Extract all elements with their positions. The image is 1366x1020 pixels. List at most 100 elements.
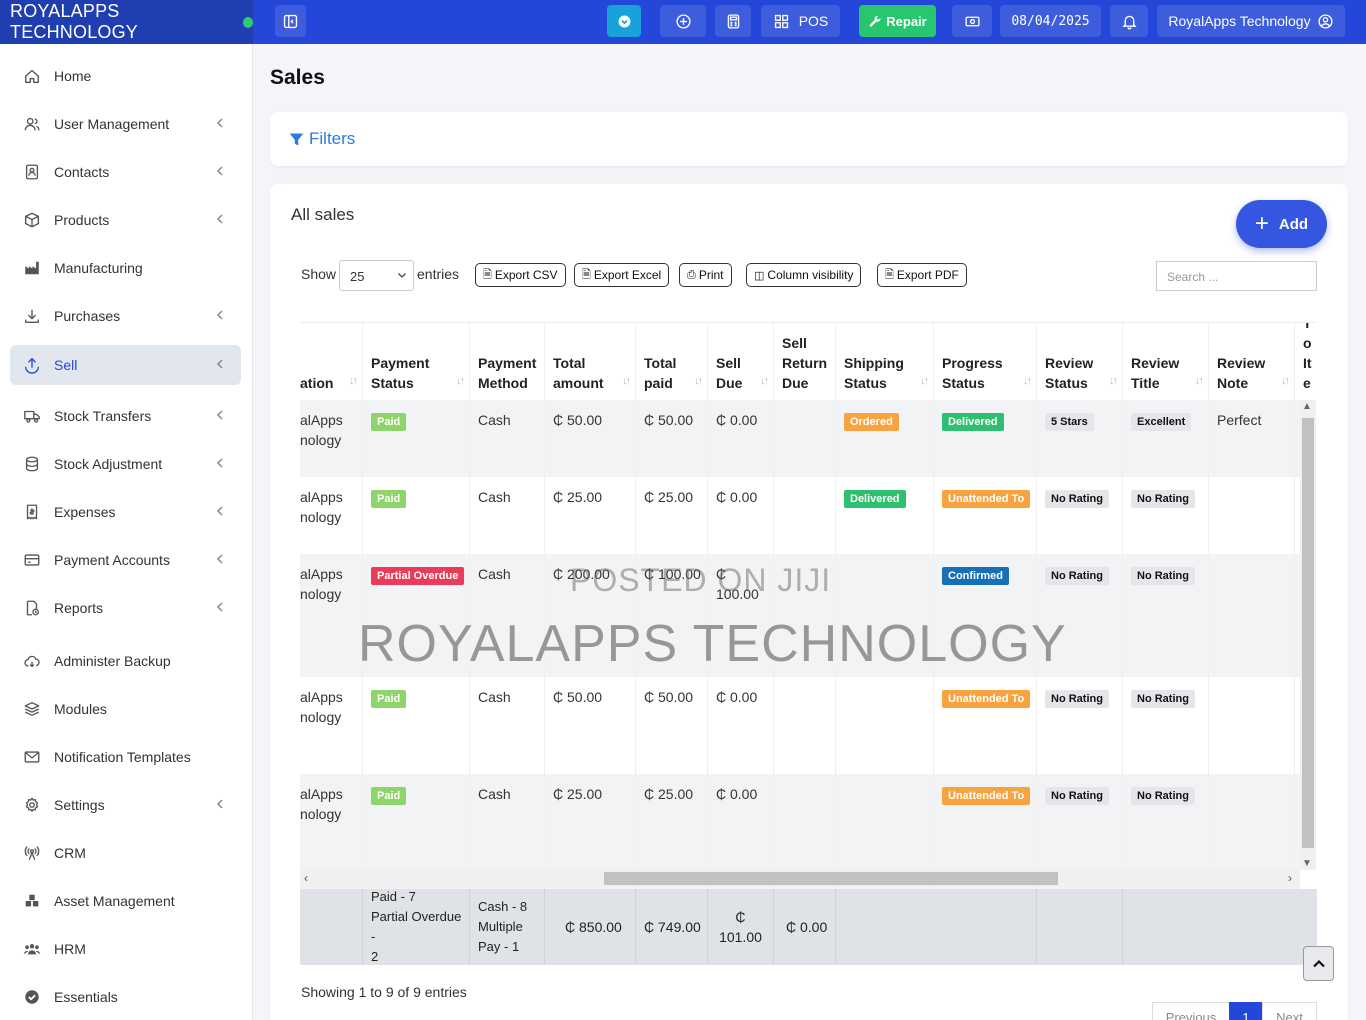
vertical-scroll-thumb[interactable] (1302, 418, 1314, 848)
sidebar-item-home[interactable]: Home (10, 56, 241, 96)
table-row[interactable]: alApps nology Partial Overdue Cash ₵ 200.00 ₵… (300, 554, 1300, 677)
brand-logo[interactable]: ROYALAPPS TECHNOLOGY (0, 0, 253, 44)
back-to-top-button[interactable] (1303, 946, 1334, 981)
previous-page-button[interactable]: Previous (1152, 1002, 1230, 1020)
header-payment-status[interactable]: Payment Status ↓↑ (363, 323, 470, 401)
calculator-button[interactable] (715, 5, 751, 37)
sidebar-item-label: Manufacturing (54, 260, 143, 276)
sidebar-item-essentials[interactable]: Essentials (10, 977, 241, 1017)
horizontal-scroll-thumb[interactable] (604, 872, 1058, 885)
sidebar-item-label: CRM (54, 845, 86, 861)
sidebar-item-crm[interactable]: CRM (10, 833, 241, 873)
pay-badge: Partial Overdue (371, 567, 465, 585)
sidebar-item-products[interactable]: Products (10, 200, 241, 240)
export-excel-button[interactable]: 🗎 Export Excel (574, 263, 670, 287)
sidebar-item-label: Notification Templates (54, 749, 191, 765)
sidebar-item-hrm[interactable]: HRM (10, 929, 241, 969)
header-total-items[interactable]: To Ite (1295, 323, 1317, 401)
user-menu-button[interactable]: RoyalApps Technology (1157, 5, 1345, 37)
export-csv-button[interactable]: 🗎 Export CSV (475, 263, 566, 287)
column-visibility-button[interactable]: ◫ Column visibility (746, 263, 862, 287)
sidebar-item-sell[interactable]: Sell (10, 345, 241, 385)
sidebar-item-reports[interactable]: Reports (10, 588, 241, 628)
sidebar-item-payment-accounts[interactable]: Payment Accounts (10, 540, 241, 580)
footer-due-currency: ₵ (735, 909, 746, 925)
scroll-left-icon[interactable]: ‹ (304, 871, 308, 885)
header-total-amount-label: Total amount (553, 355, 604, 391)
search-input[interactable]: Search ... (1156, 261, 1317, 291)
industry-icon (22, 258, 42, 278)
sidebar-item-modules[interactable]: Modules (10, 689, 241, 729)
truck-icon (22, 406, 42, 426)
sidebar-item-user-management[interactable]: User Management (10, 104, 241, 144)
header-progress-status[interactable]: Progress Status ↓↑ (934, 323, 1037, 401)
wrench-icon (869, 15, 881, 27)
horizontal-scrollbar[interactable]: ‹ › (300, 870, 1300, 887)
sidebar-item-label: HRM (54, 941, 86, 957)
show-label: Show (301, 266, 337, 282)
sidebar-item-administer-backup[interactable]: Administer Backup (10, 641, 241, 681)
vertical-scrollbar[interactable]: ▲ ▼ (1300, 400, 1316, 870)
page-1-button[interactable]: 1 (1229, 1002, 1263, 1020)
scroll-up-icon[interactable]: ▲ (1302, 401, 1312, 412)
cloud-icon (22, 651, 42, 671)
rtitle-badge: No Rating (1131, 567, 1195, 585)
page-length-select[interactable]: 25 (339, 260, 414, 291)
chevron-left-icon (213, 600, 227, 614)
header-review-title[interactable]: Review Title ↓↑ (1123, 323, 1209, 401)
filters-toggle[interactable]: Filters (270, 112, 1348, 166)
cell-loc: alApps nology (300, 677, 363, 774)
chevron-up-icon (1312, 959, 1325, 967)
sidebar-item-notification-templates[interactable]: Notification Templates (10, 737, 241, 777)
sidebar-item-purchases[interactable]: Purchases (10, 296, 241, 336)
table-row[interactable]: alApps nology Paid Cash ₵ 25.00 ₵ 25.00 ₵ 0.00… (300, 477, 1300, 554)
date-label: 08/04/2025 (1011, 13, 1090, 29)
header-location[interactable]: ation ↓↑ (300, 323, 363, 401)
sidebar-item-asset-management[interactable]: Asset Management (10, 881, 241, 921)
download-button[interactable] (607, 5, 641, 37)
footer-empty-2 (1037, 889, 1123, 965)
sidebar-item-settings[interactable]: Settings (10, 785, 241, 825)
cash-register-button[interactable] (952, 5, 992, 37)
repair-button[interactable]: Repair (859, 5, 936, 37)
sidebar-item-stock-transfers[interactable]: Stock Transfers (10, 396, 241, 436)
footer-sell-due: ₵ 101.00 (708, 889, 774, 965)
sidebar-item-stock-adjustment[interactable]: Stock Adjustment (10, 444, 241, 484)
header-review-note[interactable]: Review Note ↓↑ (1209, 323, 1295, 401)
sidebar-item-expenses[interactable]: Expenses (10, 492, 241, 532)
header-payment-method[interactable]: Payment Method (470, 323, 545, 401)
next-page-button[interactable]: Next (1262, 1002, 1317, 1020)
header-sell-due[interactable]: Sell Due ↓↑ (708, 323, 774, 401)
header-sell-return-due[interactable]: Sell Return Due (774, 323, 836, 401)
header-total-amount[interactable]: Total amount ↓↑ (545, 323, 636, 401)
add-quick-button[interactable] (660, 5, 706, 37)
sidebar-toggle-button[interactable] (275, 5, 306, 37)
scroll-down-icon[interactable]: ▼ (1302, 858, 1312, 869)
sidebar-item-manufacturing[interactable]: Manufacturing (10, 248, 241, 288)
notifications-button[interactable] (1110, 5, 1148, 37)
cell-ret (774, 477, 836, 554)
sidebar-item-contacts[interactable]: Contacts (10, 152, 241, 192)
receipt-icon (22, 502, 42, 522)
export-pdf-button[interactable]: 🗎 Export PDF (877, 263, 967, 287)
cell-loc: alApps nology (300, 554, 363, 677)
method-value: Cash (478, 786, 511, 802)
due-value: ₵ 0.00 (716, 786, 758, 802)
previous-label: Previous (1165, 1009, 1217, 1020)
layers-icon (22, 699, 42, 719)
header-shipping-status[interactable]: Shipping Status ↓↑ (836, 323, 934, 401)
location-line-1: alApps (300, 786, 343, 802)
add-sale-button[interactable]: + Add (1236, 200, 1327, 248)
printer-icon: ⎙ (687, 268, 696, 281)
footer-method-1: Cash - 8 (478, 899, 528, 914)
page-title: Sales (270, 66, 325, 89)
header-total-paid[interactable]: Total paid ↓↑ (636, 323, 708, 401)
table-row[interactable]: alApps nology Paid Cash ₵ 50.00 ₵ 50.00 ₵ 0.00… (300, 400, 1300, 477)
table-row[interactable]: alApps nology Paid Cash ₵ 50.00 ₵ 50.00 ₵ 0.00… (300, 677, 1300, 774)
scroll-right-icon[interactable]: › (1288, 871, 1292, 885)
cell-rstatus: No Rating (1037, 677, 1123, 774)
due-currency: ₵ (716, 566, 727, 582)
print-button[interactable]: ⎙ Print (679, 263, 732, 287)
pos-button[interactable]: POS (761, 5, 840, 37)
header-review-status[interactable]: Review Status ↓↑ (1037, 323, 1123, 401)
